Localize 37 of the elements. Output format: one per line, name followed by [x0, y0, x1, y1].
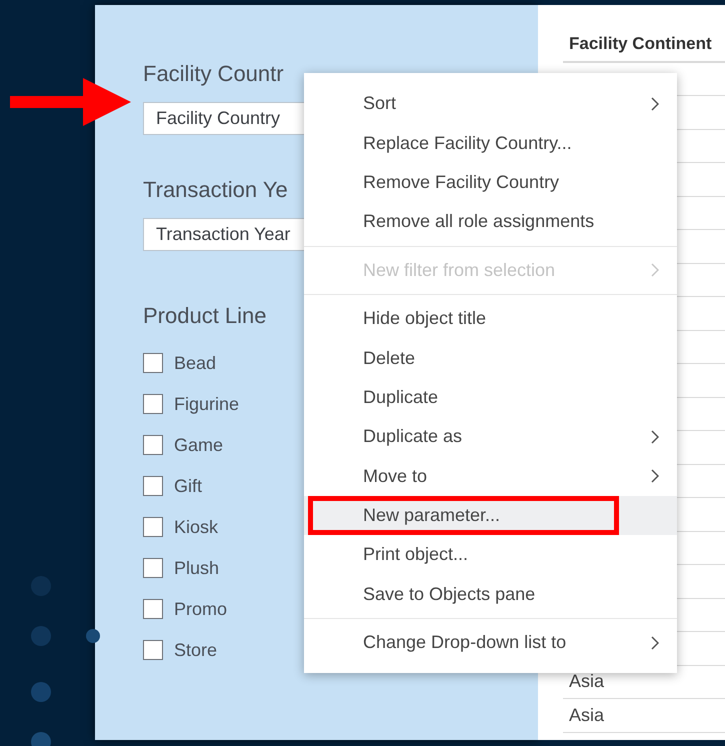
table-cell-text: Asia [569, 704, 604, 727]
checkbox-label: Promo [174, 598, 228, 620]
menu-item[interactable]: Delete [304, 338, 677, 378]
checkbox-label: Store [174, 638, 218, 662]
checkbox-label: Bead [174, 352, 216, 374]
menu-item[interactable]: Duplicate [304, 378, 677, 418]
chevron-right-icon [651, 430, 659, 444]
chevron-right-icon [651, 263, 659, 278]
chevron-right-icon [651, 636, 659, 650]
menu-item[interactable]: Move to [304, 456, 677, 496]
checkbox[interactable] [143, 599, 163, 619]
chevron-right-icon [651, 96, 659, 111]
arrow-icon [10, 78, 131, 126]
checkbox-label: Figurine [174, 392, 240, 416]
menu-item[interactable]: Save to Objects pane [304, 574, 677, 614]
checkbox-label: Game [174, 434, 224, 456]
table-cell-text: Asia [569, 670, 604, 694]
column-header: Facility Continent [563, 31, 725, 62]
chevron-right-icon [651, 469, 659, 484]
checkbox[interactable] [143, 394, 163, 414]
filter-title: Facility Countr [143, 60, 284, 88]
checkbox[interactable] [143, 640, 163, 660]
menu-item[interactable]: Remove Facility Country [304, 162, 677, 202]
menu-item[interactable]: Print object... [304, 535, 677, 575]
filter-title: Transaction Ye [143, 176, 288, 204]
checkbox[interactable] [143, 353, 163, 373]
checkbox-label: Gift [174, 474, 202, 498]
checkbox[interactable] [143, 558, 163, 578]
menu-item[interactable]: Change Drop-down list to [304, 623, 677, 662]
menu-item[interactable]: Hide object title [304, 298, 677, 338]
checkbox-label: Kiosk [174, 516, 218, 538]
checkbox[interactable] [143, 517, 163, 537]
checkbox-label: Plush [174, 556, 220, 580]
menu-item[interactable]: Duplicate as [304, 417, 677, 457]
checkbox[interactable] [143, 476, 163, 496]
filter-title: Product Line [143, 302, 267, 330]
checkbox[interactable] [143, 435, 163, 455]
